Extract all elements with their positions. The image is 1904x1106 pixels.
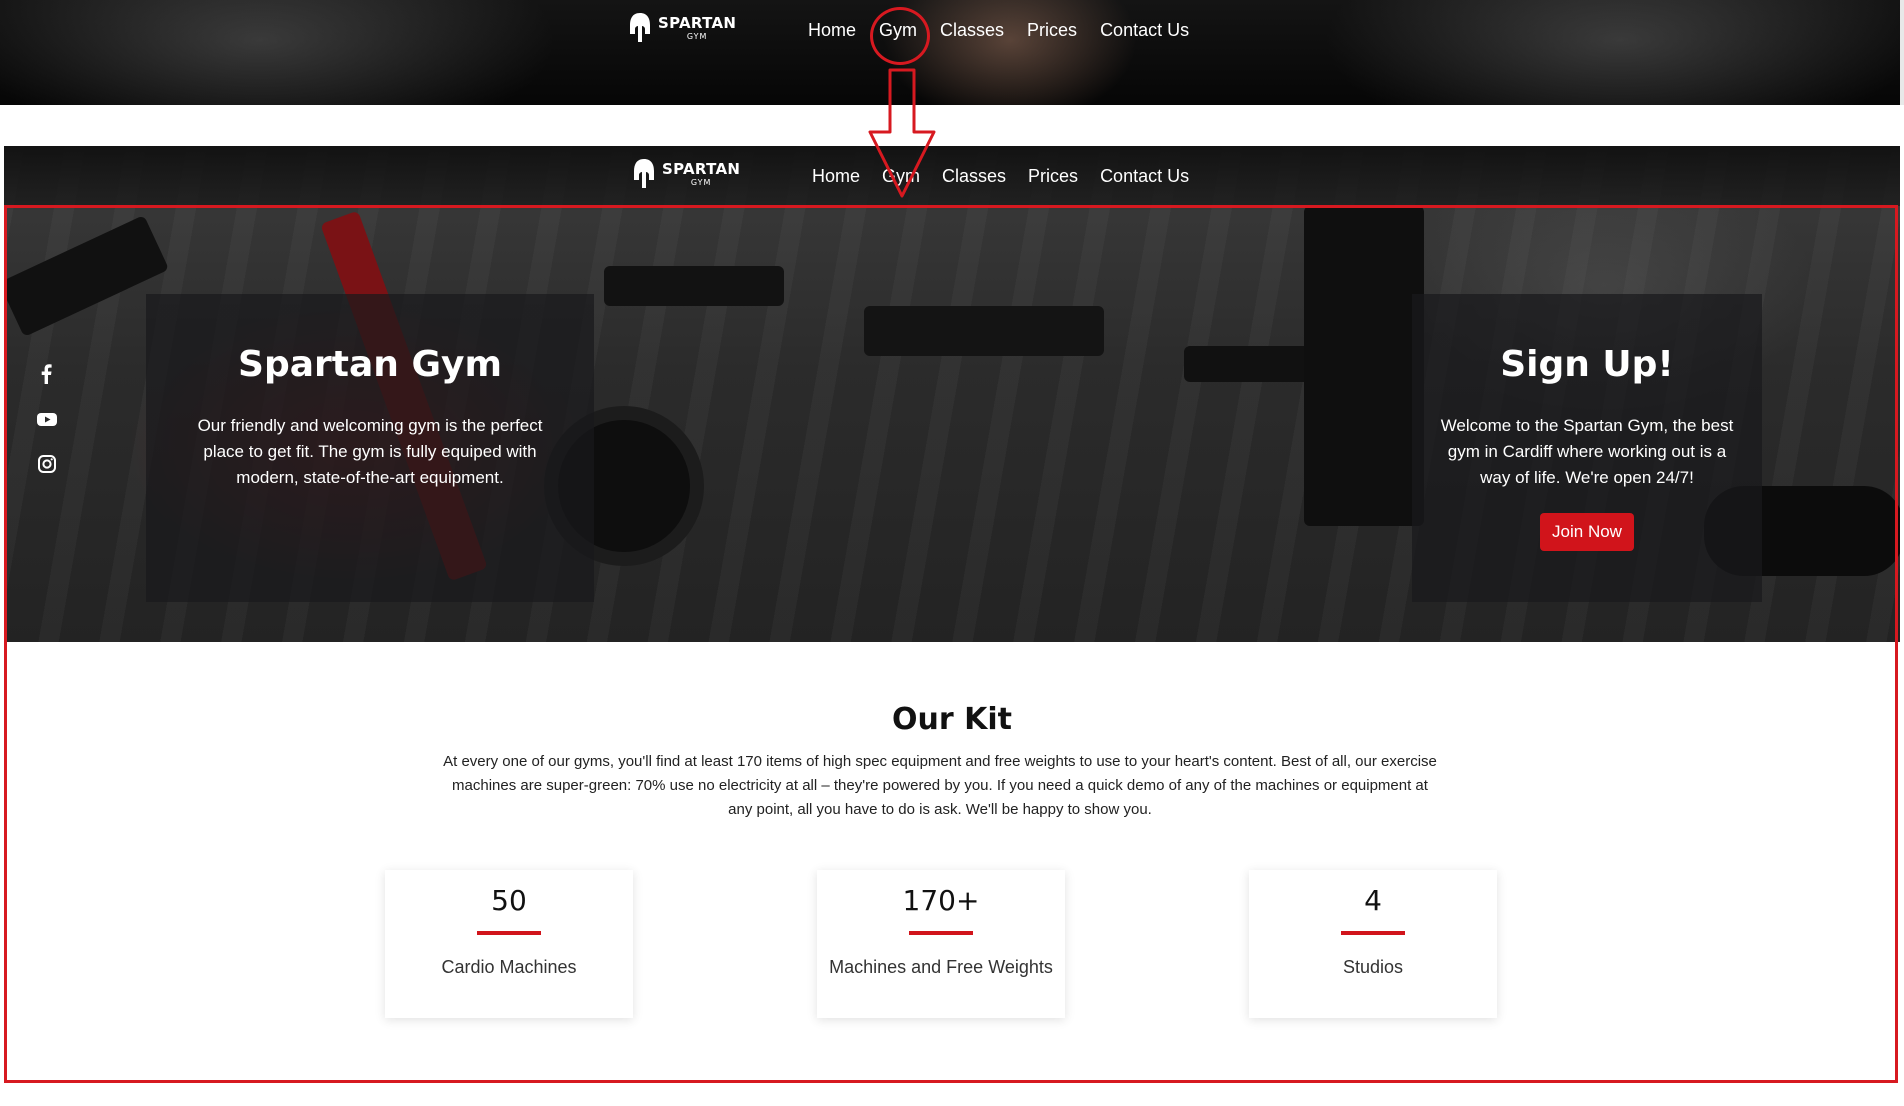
brand-logo[interactable]: SPARTAN GYM (628, 12, 736, 44)
stat-card-studios: 4 Studios (1249, 870, 1497, 1018)
nav-home[interactable]: Home (808, 20, 856, 41)
hero-panel-signup: Sign Up! Welcome to the Spartan Gym, the… (1412, 294, 1762, 602)
hero-gym-title: Spartan Gym (238, 344, 502, 385)
stat-card-cardio: 50 Cardio Machines (385, 870, 633, 1018)
stat-divider (1341, 931, 1405, 935)
spartan-helmet-icon (630, 13, 650, 42)
annotation-circle (870, 7, 930, 65)
stat-label: Cardio Machines (441, 957, 577, 977)
brand-name: SPARTAN (662, 159, 741, 178)
nav-prices[interactable]: Prices (1027, 20, 1077, 41)
spartan-helmet-icon (634, 159, 654, 188)
brand-subtitle: GYM (690, 177, 712, 187)
top-nav: Home Gym Classes Prices Contact Us (808, 20, 1212, 41)
signup-title: Sign Up! (1500, 344, 1674, 385)
equipment-shape (864, 306, 1104, 356)
facebook-icon[interactable] (36, 363, 58, 385)
stat-value: 4 (1364, 884, 1382, 917)
brand-logo[interactable]: SPARTAN GYM (632, 158, 740, 190)
brand-subtitle: GYM (686, 31, 708, 41)
equipment-shape (1304, 206, 1424, 526)
top-header-screenshot (0, 0, 1904, 105)
nav-classes[interactable]: Classes (940, 20, 1004, 41)
annotation-arrow (868, 68, 936, 198)
hero-gym-text: Our friendly and welcoming gym is the pe… (197, 416, 543, 487)
hero-panel-gym: Spartan Gym Our friendly and welcoming g… (146, 294, 594, 602)
equipment-shape (4, 215, 170, 337)
stat-value: 170+ (902, 884, 980, 917)
signup-text: Welcome to the Spartan Gym, the best gym… (1440, 416, 1734, 487)
brand-name: SPARTAN (658, 13, 737, 32)
nav-home[interactable]: Home (812, 166, 860, 187)
stat-label: Machines and Free Weights (829, 957, 1053, 977)
divider (1900, 0, 1904, 105)
kit-description: At every one of our gyms, you'll find at… (443, 753, 1437, 818)
kit-title: Our Kit (892, 702, 1012, 737)
nav-prices[interactable]: Prices (1028, 166, 1078, 187)
nav-contact[interactable]: Contact Us (1100, 20, 1189, 41)
equipment-shape (604, 266, 784, 306)
join-now-button[interactable]: Join Now (1540, 513, 1634, 551)
youtube-icon[interactable] (36, 408, 58, 430)
stat-divider (909, 931, 973, 935)
stat-value: 50 (491, 884, 527, 917)
stat-card-machines: 170+ Machines and Free Weights (817, 870, 1065, 1018)
nav-classes[interactable]: Classes (942, 166, 1006, 187)
stat-divider (477, 931, 541, 935)
nav-contact[interactable]: Contact Us (1100, 166, 1189, 187)
stat-label: Studios (1342, 957, 1404, 977)
instagram-icon[interactable] (36, 453, 58, 475)
